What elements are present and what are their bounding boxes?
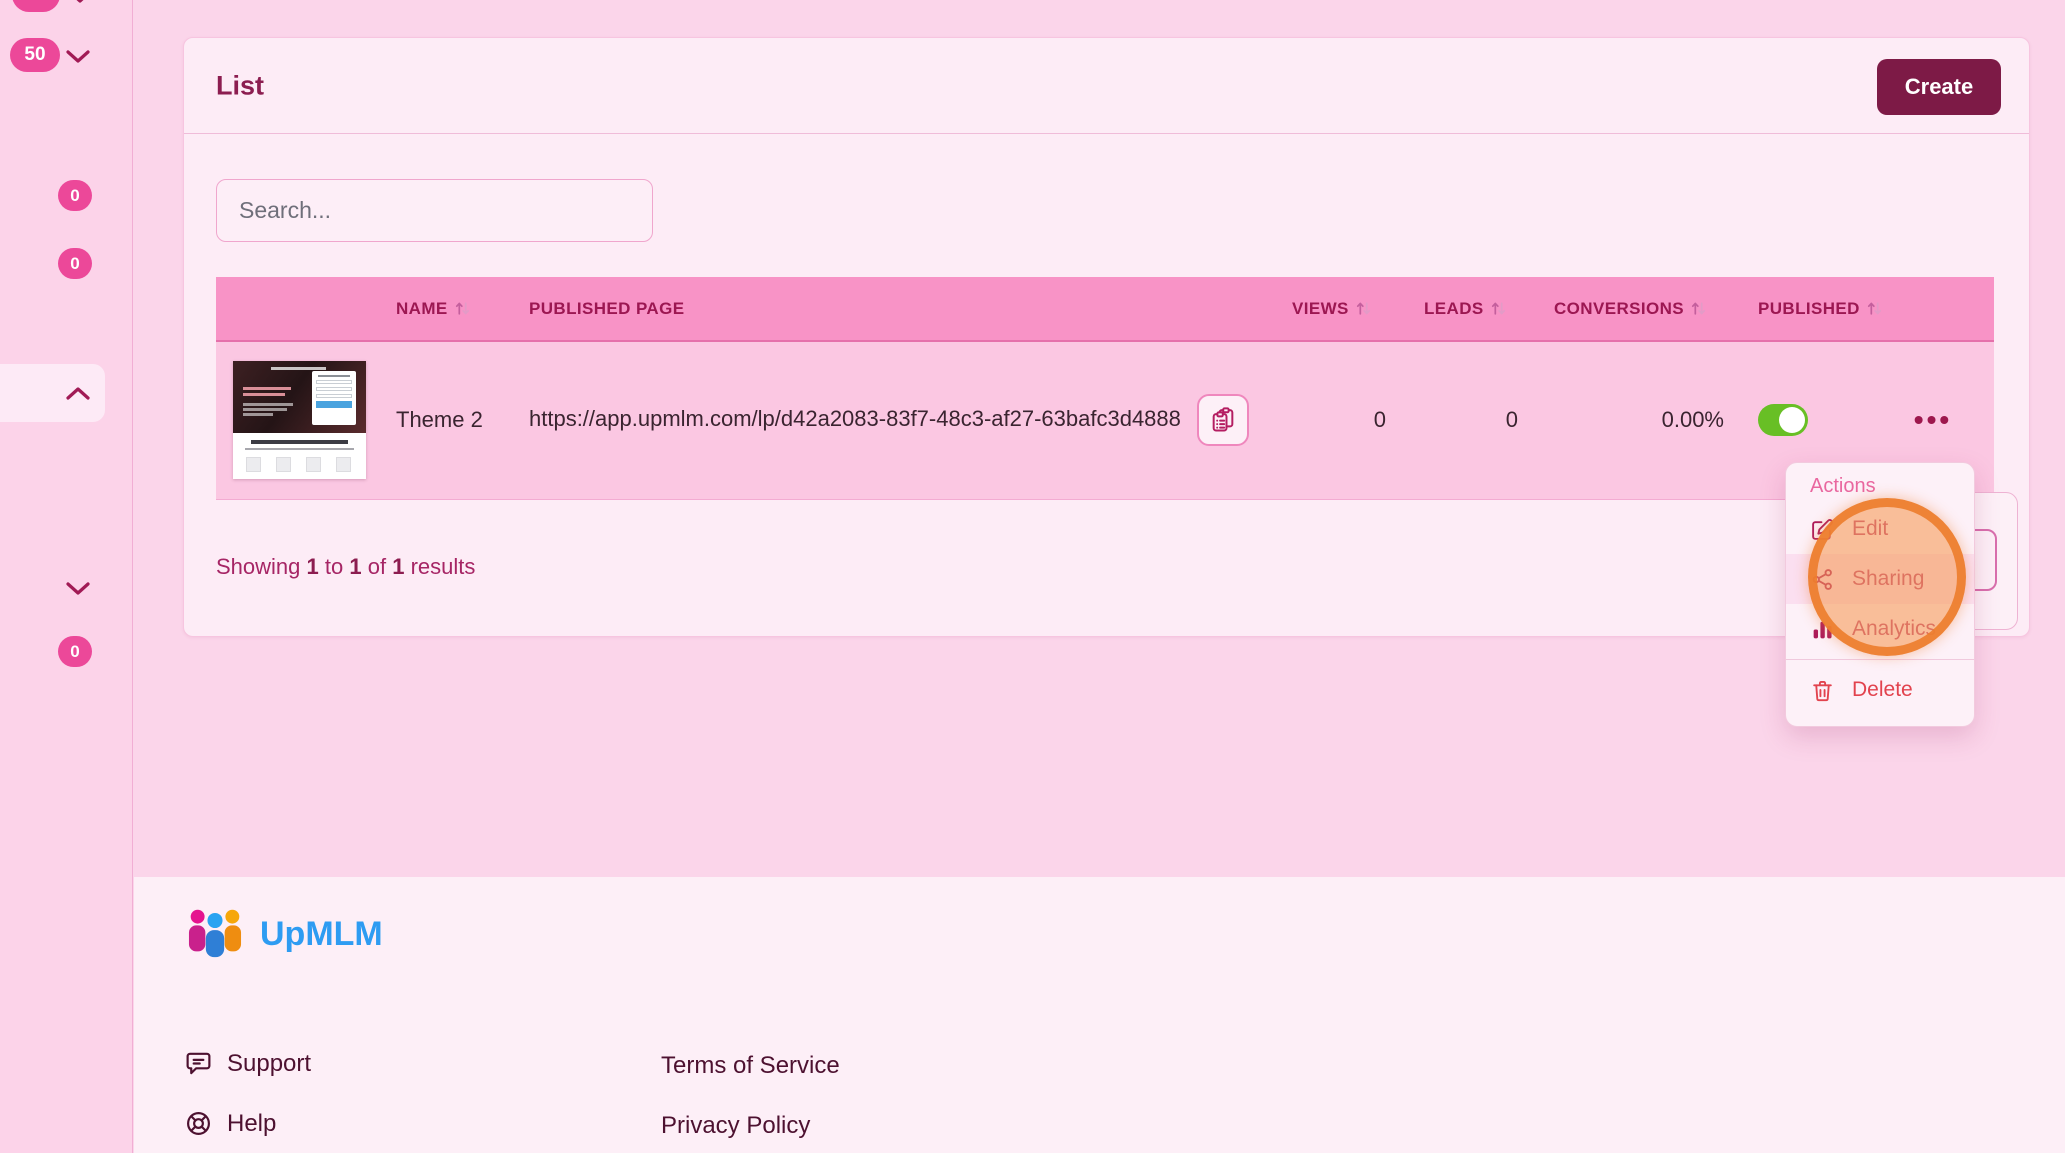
footer-link-privacy[interactable]: Privacy Policy <box>661 1112 810 1140</box>
chevron-up-icon <box>64 384 92 402</box>
column-name[interactable]: NAME <box>396 277 529 341</box>
footer-link-help[interactable]: Help <box>184 1109 276 1138</box>
sidebar-count-badge-top: 70 <box>12 0 60 12</box>
landing-page-thumbnail <box>233 361 366 479</box>
row-name: Theme 2 <box>396 341 529 499</box>
app-root: 70 50 0 0 0 List Create <box>0 0 2065 1153</box>
column-conversions[interactable]: CONVERSIONS <box>1532 277 1732 341</box>
column-label: CONVERSIONS <box>1554 299 1684 319</box>
menu-item-delete[interactable]: Delete <box>1786 665 1974 715</box>
upmlm-logo-icon <box>184 907 246 961</box>
page-title: List <box>216 70 264 101</box>
create-button[interactable]: Create <box>1877 59 2001 115</box>
menu-divider <box>1786 659 1974 660</box>
brand-name: UpMLM <box>260 915 383 954</box>
bar-chart-icon <box>1810 617 1835 642</box>
table-header-row: NAME PUBLISHED PAGE VIEWS <box>216 277 1994 341</box>
table-row: Theme 2 https://app.upmlm.com/lp/d42a208… <box>216 341 1994 499</box>
column-published-page[interactable]: PUBLISHED PAGE <box>529 277 1274 341</box>
sort-arrows-icon[interactable] <box>1690 300 1707 317</box>
column-label: PUBLISHED PAGE <box>529 299 684 319</box>
chat-bubble-icon <box>184 1049 213 1078</box>
toggle-knob <box>1779 407 1805 433</box>
thumbnail-cell <box>216 341 396 499</box>
menu-item-edit[interactable]: Edit <box>1786 504 1974 554</box>
actions-dropdown: Actions Edit Sharing Analytics <box>1785 462 1975 727</box>
row-published-page: https://app.upmlm.com/lp/d42a2083-83f7-4… <box>529 341 1274 499</box>
share-icon <box>1810 567 1835 592</box>
column-label: VIEWS <box>1292 299 1349 319</box>
row-leads: 0 <box>1404 341 1532 499</box>
footer: UpMLM Support Help Terms of Service Priv… <box>134 877 2065 1153</box>
brand: UpMLM <box>184 907 383 961</box>
menu-item-label: Analytics <box>1852 617 1936 641</box>
search-input[interactable] <box>216 179 653 242</box>
footer-link-label: Help <box>227 1110 276 1138</box>
row-views: 0 <box>1274 341 1404 499</box>
footer-link-terms[interactable]: Terms of Service <box>661 1052 840 1080</box>
column-published[interactable]: PUBLISHED <box>1732 277 1882 341</box>
trash-icon <box>1810 678 1835 703</box>
sort-arrows-icon[interactable] <box>1866 300 1883 317</box>
column-label: NAME <box>396 299 448 319</box>
sort-arrows-icon[interactable] <box>1355 300 1372 317</box>
menu-item-label: Delete <box>1852 678 1913 702</box>
column-label: LEADS <box>1424 299 1484 319</box>
copy-url-button[interactable] <box>1197 394 1249 446</box>
pencil-square-icon <box>1810 517 1835 542</box>
footer-link-label: Support <box>227 1050 311 1078</box>
chevron-down-icon[interactable] <box>64 48 92 66</box>
sidebar-zero-badge: 0 <box>58 248 92 279</box>
chevron-down-icon[interactable] <box>64 580 92 598</box>
results-summary: Showing 1 to 1 of 1 results <box>216 554 475 580</box>
published-page-url: https://app.upmlm.com/lp/d42a2083-83f7-4… <box>529 406 1181 431</box>
column-actions <box>1882 277 1994 341</box>
footer-link-support[interactable]: Support <box>184 1049 311 1078</box>
menu-item-sharing[interactable]: Sharing <box>1786 554 1974 604</box>
card-header: List Create <box>184 38 2029 134</box>
column-leads[interactable]: LEADS <box>1404 277 1532 341</box>
footer-link-label: Terms of Service <box>661 1052 840 1080</box>
column-thumbnail <box>216 277 396 341</box>
clipboard-icon <box>1209 406 1237 434</box>
lifebuoy-icon <box>184 1109 213 1138</box>
published-toggle[interactable] <box>1758 404 1808 436</box>
landing-pages-table: NAME PUBLISHED PAGE VIEWS <box>216 277 1994 500</box>
menu-item-analytics[interactable]: Analytics <box>1786 604 1974 654</box>
column-label: PUBLISHED <box>1758 299 1860 319</box>
menu-item-label: Sharing <box>1852 567 1924 591</box>
footer-link-label: Privacy Policy <box>661 1112 810 1140</box>
actions-dropdown-title: Actions <box>1810 475 1974 498</box>
sort-arrows-icon[interactable] <box>454 300 471 317</box>
sidebar-zero-badge: 0 <box>58 636 92 667</box>
sidebar-count-badge: 50 <box>10 38 60 72</box>
sidebar-item-active[interactable] <box>0 364 105 422</box>
sidebar-zero-badge: 0 <box>58 180 92 211</box>
list-card: List Create NAME <box>183 37 2030 637</box>
sidebar: 70 50 0 0 0 <box>0 0 133 1153</box>
menu-item-label: Edit <box>1852 517 1888 541</box>
chevron-down-icon[interactable] <box>66 0 94 6</box>
row-conversions: 0.00% <box>1532 341 1732 499</box>
column-views[interactable]: VIEWS <box>1274 277 1404 341</box>
row-actions-menu-button[interactable]: ••• <box>1882 404 1994 436</box>
sort-arrows-icon[interactable] <box>1490 300 1507 317</box>
